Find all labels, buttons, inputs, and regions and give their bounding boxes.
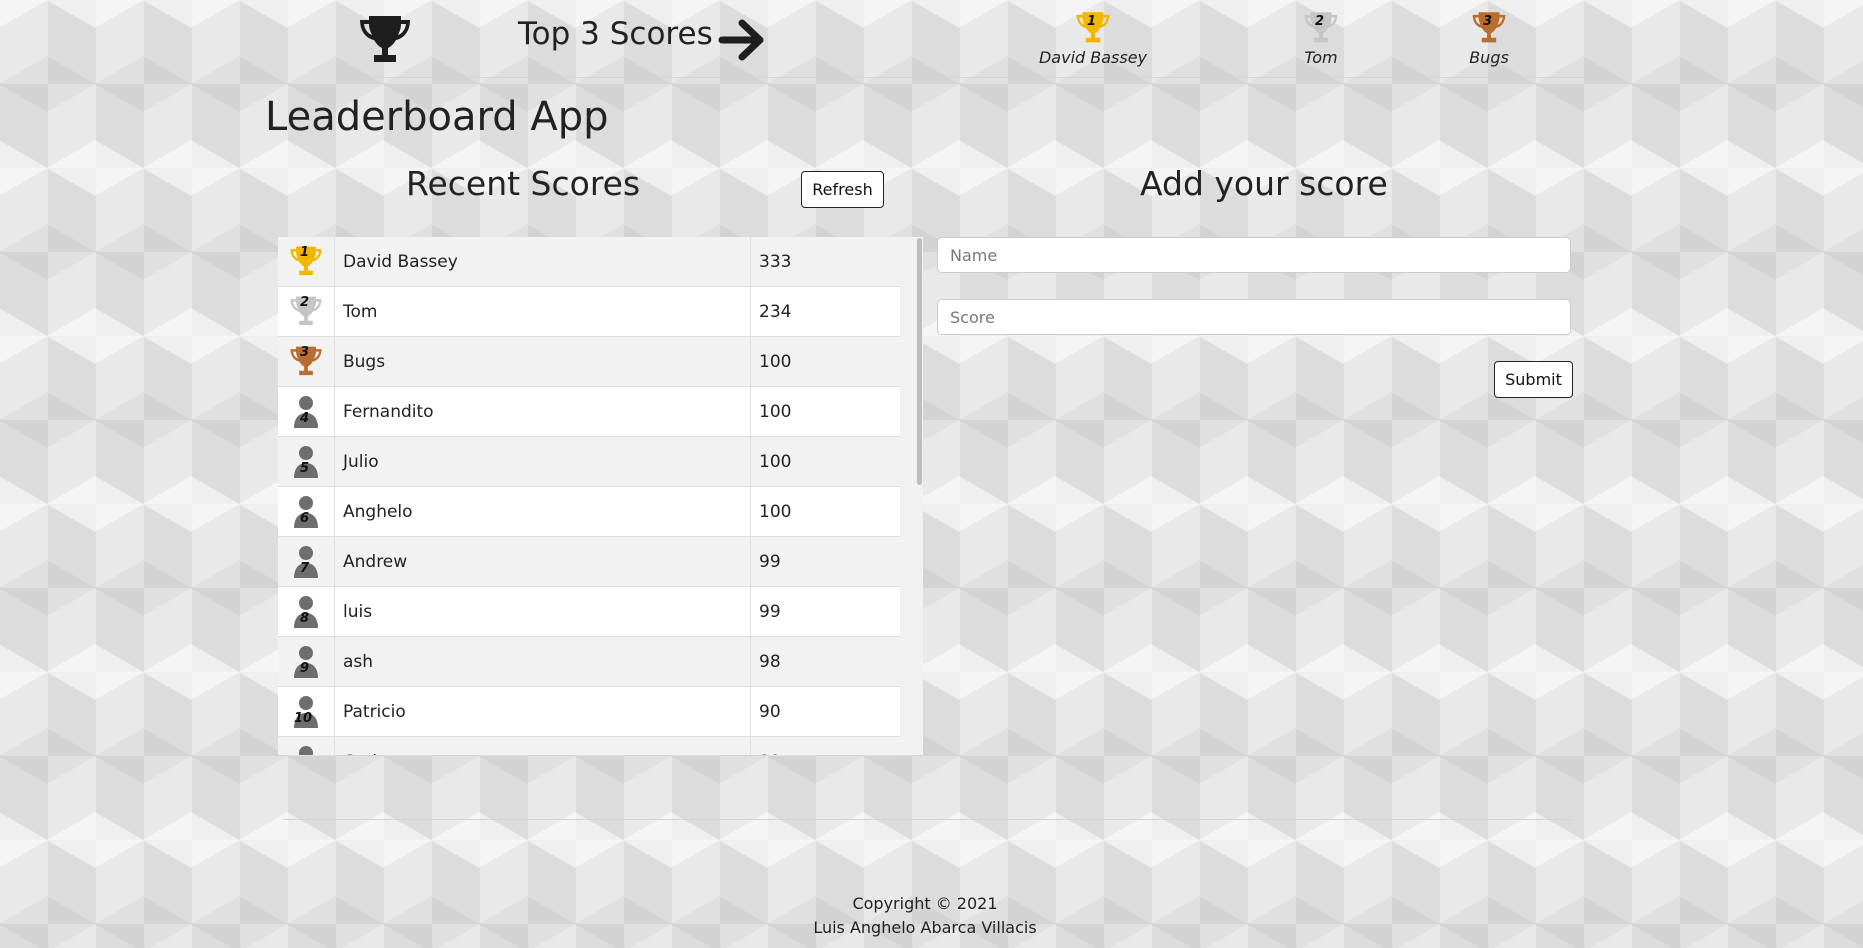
- refresh-button[interactable]: Refresh: [801, 171, 884, 208]
- podium-name: Tom: [1304, 48, 1338, 67]
- rank-cell: 3: [278, 337, 335, 386]
- table-row: 10 Patricio 90: [278, 687, 923, 737]
- scrollbar-thumb[interactable]: [917, 238, 922, 485]
- rank-number: 7: [300, 561, 310, 576]
- player-score: 333: [759, 251, 792, 272]
- rank-number: 2: [300, 295, 310, 310]
- podium-name: David Bassey: [1038, 48, 1148, 67]
- rank-cell: 7: [278, 537, 335, 586]
- copyright-text: Copyright © 2021: [852, 894, 998, 913]
- podium-rank: 2: [1315, 14, 1325, 29]
- rank-cell: 9: [278, 637, 335, 686]
- table-row: 5 Julio 100: [278, 437, 923, 487]
- recent-scores-heading: Recent Scores: [406, 164, 641, 203]
- rank-number: 4: [300, 411, 310, 426]
- rank-cell: 11: [278, 737, 335, 755]
- player-score: 99: [759, 551, 781, 572]
- player-score: 100: [759, 351, 792, 372]
- player-name: Julio: [335, 437, 751, 486]
- rank-cell: 4: [278, 387, 335, 436]
- rank-cell: 10: [278, 687, 335, 736]
- footer-divider: [283, 819, 1573, 820]
- submit-button[interactable]: Submit: [1494, 361, 1573, 398]
- rank-number: 1: [300, 245, 310, 260]
- rank-cell: 2: [278, 287, 335, 336]
- table-row: 6 Anghelo 100: [278, 487, 923, 537]
- table-row: 1 David Bassey 333: [278, 237, 923, 287]
- table-row: 3 Bugs 100: [278, 337, 923, 387]
- rank-number: 8: [300, 611, 310, 626]
- rank-number: 5: [300, 461, 310, 476]
- table-row: 2 Tom 234: [278, 287, 923, 337]
- rank-number: 6: [300, 511, 310, 526]
- add-score-heading: Add your score: [1140, 164, 1388, 203]
- score-input[interactable]: [937, 299, 1571, 335]
- scores-table[interactable]: 1 David Bassey 333 2 Tom 234 3 Bugs 100 4 Fernandi…: [278, 237, 923, 755]
- trophy-icon: [360, 16, 410, 62]
- rank-cell: 1: [278, 237, 335, 286]
- player-name: David Bassey: [335, 237, 751, 286]
- player-score: 234: [759, 301, 792, 322]
- top-scores-title: Top 3 Scores: [518, 16, 713, 52]
- table-row: 11Carlos89: [278, 737, 923, 755]
- podium-rank: 3: [1483, 14, 1493, 29]
- rank-number: 10: [294, 711, 313, 726]
- player-score: 99: [759, 601, 781, 622]
- player-name: Anghelo: [335, 487, 751, 536]
- player-score: 100: [759, 501, 792, 522]
- table-row: 9 ash 98: [278, 637, 923, 687]
- player-name: Tom: [335, 287, 751, 336]
- rank-cell: 8: [278, 587, 335, 636]
- player-name: Andrew: [335, 537, 751, 586]
- player-score: 90: [759, 701, 781, 722]
- player-name: luis: [335, 587, 751, 636]
- player-score: 100: [759, 401, 792, 422]
- player-name: Fernandito: [335, 387, 751, 436]
- author-text: Luis Anghelo Abarca Villacis: [813, 918, 1037, 937]
- app-title: Leaderboard App: [265, 94, 609, 140]
- podium-rank: 1: [1087, 14, 1097, 29]
- podium-name: Bugs: [1469, 48, 1509, 67]
- user-icon: [299, 746, 313, 755]
- table-row: 7 Andrew 99: [278, 537, 923, 587]
- player-score: 100: [759, 451, 792, 472]
- name-input[interactable]: [937, 237, 1571, 273]
- table-row: 4 Fernandito 100: [278, 387, 923, 437]
- rank-cell: 5: [278, 437, 335, 486]
- table-row: 8 luis 99: [278, 587, 923, 637]
- player-score: 89: [751, 737, 781, 756]
- rank-number: 3: [300, 345, 310, 360]
- arrow-right-icon: [718, 19, 764, 61]
- player-name: ash: [335, 637, 751, 686]
- player-score: 98: [759, 651, 781, 672]
- player-name: Carlos: [335, 737, 751, 755]
- rank-number: 9: [300, 661, 310, 676]
- player-name: Bugs: [335, 337, 751, 386]
- player-name: Patricio: [335, 687, 751, 736]
- rank-cell: 6: [278, 487, 335, 536]
- header-divider: [345, 77, 1585, 78]
